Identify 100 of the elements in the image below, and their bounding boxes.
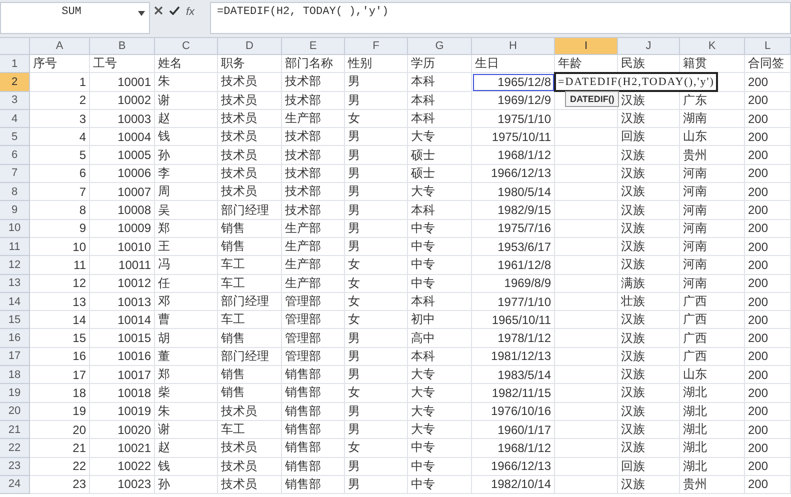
row-header[interactable]: 3 <box>0 92 30 110</box>
table-cell: 200 <box>745 402 791 421</box>
row-header[interactable]: 14 <box>0 292 30 312</box>
column-header[interactable]: E <box>282 38 345 55</box>
table-cell: 销售部 <box>282 420 345 440</box>
table-cell: 10019 <box>90 402 155 421</box>
row-header[interactable]: 12 <box>0 256 30 275</box>
table-cell: 周 <box>155 183 218 202</box>
function-tooltip[interactable]: DATEDIF() <box>565 91 620 108</box>
table-cell: 1966/12/13 <box>472 164 555 184</box>
table-cell: 20 <box>30 420 90 440</box>
table-cell: 本科 <box>408 92 472 110</box>
table-cell: 200 <box>745 110 791 128</box>
table-cell: 车工 <box>218 256 282 275</box>
column-header[interactable]: I <box>555 38 618 55</box>
table-cell: 湖北 <box>680 420 745 440</box>
cell-editor[interactable]: =DATEDIF(H2,TODAY(),'y') <box>554 72 718 92</box>
table-cell: 10017 <box>90 366 155 384</box>
table-cell: 汉族 <box>618 220 680 238</box>
table-cell: 10010 <box>90 238 155 256</box>
row-header[interactable]: 24 <box>0 476 30 494</box>
table-cell: 大专 <box>408 183 472 202</box>
column-header[interactable]: C <box>155 38 218 55</box>
table-cell: 1960/1/17 <box>472 420 555 440</box>
table-cell: 本科 <box>408 201 472 220</box>
row-header[interactable]: 18 <box>0 366 30 384</box>
row-header[interactable]: 4 <box>0 110 30 128</box>
row-header[interactable]: 9 <box>0 201 30 220</box>
row-header[interactable]: 5 <box>0 128 30 146</box>
table-cell: 7 <box>30 183 90 202</box>
table-cell: 4 <box>30 128 90 146</box>
table-cell: 董 <box>155 348 218 366</box>
table-cell: 贵州 <box>680 146 745 165</box>
table-cell: 1982/10/14 <box>472 476 555 494</box>
row-header[interactable]: 17 <box>0 348 30 366</box>
column-header[interactable]: G <box>408 38 472 55</box>
row-header[interactable]: 8 <box>0 183 30 202</box>
column-header[interactable]: D <box>218 38 282 55</box>
table-cell: 10009 <box>90 220 155 238</box>
row-header[interactable]: 21 <box>0 420 30 440</box>
table-cell: 销售部 <box>282 439 345 458</box>
column-header[interactable]: B <box>90 38 155 55</box>
table-cell: 9 <box>30 220 90 238</box>
table-cell: 胡 <box>155 329 218 348</box>
formula-field[interactable]: =DATEDIF(H2, TODAY( ),'y') <box>210 2 791 34</box>
table-cell: 销售部 <box>282 384 345 403</box>
row-header[interactable]: 2 <box>0 73 30 92</box>
table-cell: 王 <box>155 238 218 256</box>
table-cell: 钱 <box>155 458 218 476</box>
table-cell: 硕士 <box>408 164 472 184</box>
table-cell: 广西 <box>680 329 745 348</box>
column-header[interactable]: A <box>30 38 90 55</box>
table-cell: 10006 <box>90 164 155 184</box>
table-cell: 技术员 <box>218 110 282 128</box>
table-cell: 赵 <box>155 110 218 128</box>
table-cell: 10001 <box>90 73 155 92</box>
column-header[interactable]: L <box>745 38 791 55</box>
column-header[interactable]: H <box>472 38 555 55</box>
row-header[interactable]: 11 <box>0 238 30 256</box>
table-cell: 10004 <box>90 128 155 146</box>
table-cell: 曹 <box>155 311 218 330</box>
table-cell: 高中 <box>408 329 472 348</box>
table-cell: 女 <box>345 292 408 312</box>
table-cell: 200 <box>745 311 791 330</box>
insert-function-button[interactable]: fx <box>186 6 195 18</box>
row-header[interactable]: 22 <box>0 439 30 458</box>
column-header[interactable]: K <box>680 38 745 55</box>
row-header[interactable]: 15 <box>0 311 30 330</box>
table-cell: 销售部 <box>282 402 345 421</box>
table-cell: 200 <box>745 292 791 312</box>
column-header[interactable]: F <box>345 38 408 55</box>
table-cell: 生产部 <box>282 238 345 256</box>
row-header[interactable]: 19 <box>0 384 30 403</box>
row-header[interactable]: 6 <box>0 146 30 165</box>
table-cell: 200 <box>745 329 791 348</box>
table-cell: 技术部 <box>282 146 345 165</box>
table-cell: 管理部 <box>282 348 345 366</box>
table-cell: 生产部 <box>282 274 345 293</box>
row-header[interactable]: 23 <box>0 458 30 476</box>
row-header[interactable]: 10 <box>0 220 30 238</box>
table-cell: 河南 <box>680 238 745 256</box>
table-cell: 技术员 <box>218 164 282 184</box>
row-header[interactable]: 20 <box>0 402 30 421</box>
row-header[interactable]: 1 <box>0 55 30 74</box>
row-header[interactable]: 16 <box>0 329 30 348</box>
table-cell: 200 <box>745 146 791 165</box>
table-cell: 河南 <box>680 201 745 220</box>
table-cell: 销售部 <box>282 476 345 494</box>
table-cell: 生产部 <box>282 110 345 128</box>
table-cell: 200 <box>745 201 791 220</box>
table-cell: 11 <box>30 256 90 275</box>
table-cell: 广西 <box>680 292 745 312</box>
row-header[interactable]: 7 <box>0 164 30 184</box>
row-header[interactable]: 13 <box>0 274 30 293</box>
table-cell: 部门名称 <box>282 55 345 74</box>
table-cell: 1982/11/15 <box>472 384 555 403</box>
column-header[interactable]: J <box>618 38 680 55</box>
name-box[interactable]: SUM <box>0 2 150 34</box>
table-cell: 邓 <box>155 292 218 312</box>
table-cell: 本科 <box>408 348 472 366</box>
